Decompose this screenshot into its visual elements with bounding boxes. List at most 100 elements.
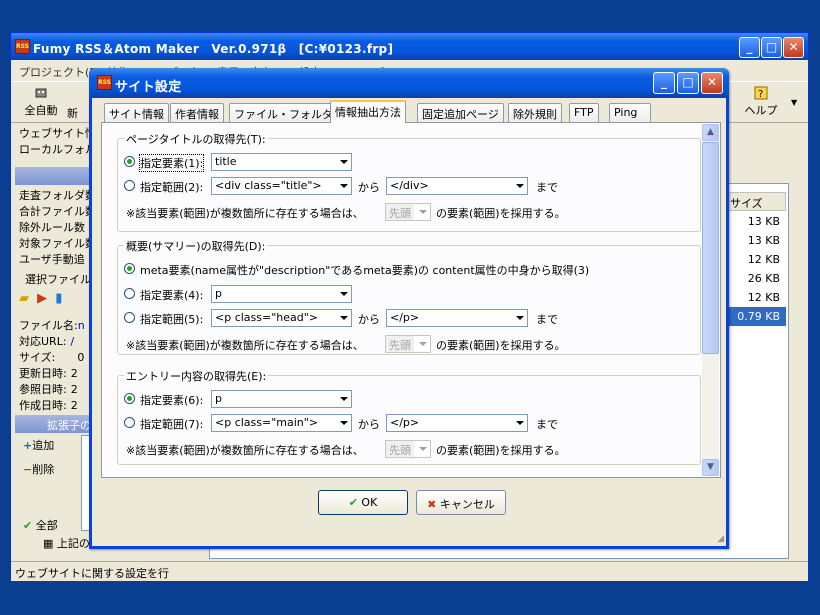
page-title-range-to-select[interactable]: </div> <box>386 177 528 195</box>
chevron-down-icon[interactable] <box>335 154 351 170</box>
entry-range-to-select[interactable]: </p> <box>386 414 528 432</box>
page-title-element-select[interactable]: title <box>211 153 352 171</box>
minimize-icon[interactable]: _ <box>653 72 675 94</box>
summary-element-label[interactable]: 指定要素(4): <box>140 287 203 303</box>
summary-range-from-select[interactable]: <p class="head"> <box>211 309 352 327</box>
page-title-element-label[interactable]: 指定要素(1): <box>138 154 205 172</box>
chevron-down-icon[interactable] <box>335 310 351 326</box>
stat-target-files: 対象ファイル数 <box>19 237 96 250</box>
summary-meta-radio[interactable] <box>124 263 135 274</box>
entry-priority-select[interactable]: 先頭 <box>385 440 431 458</box>
minimize-icon[interactable]: _ <box>739 37 760 58</box>
chevron-down-icon[interactable] <box>414 441 430 457</box>
maximize-icon[interactable]: □ <box>761 37 782 58</box>
summary-range-radio[interactable] <box>124 312 135 323</box>
stat-scan-folders: 走査フォルダ数 <box>19 189 96 202</box>
entry-element-radio[interactable] <box>124 393 135 404</box>
chevron-down-icon[interactable] <box>335 286 351 302</box>
file-size-label: サイズ: 0 <box>19 351 85 364</box>
add-icon: + <box>23 439 33 452</box>
summary-element-select[interactable]: p <box>211 285 352 303</box>
multiple-note-prefix: ※該当要素(範囲)が複数箇所に存在する場合は、 <box>126 207 364 220</box>
chevron-down-icon[interactable] <box>335 415 351 431</box>
help-button[interactable]: ? ヘルプ <box>735 86 787 122</box>
summary-element-radio[interactable] <box>124 288 135 299</box>
tab-ftp[interactable]: FTP <box>569 103 599 122</box>
entry-element-select[interactable]: p <box>211 390 352 408</box>
auto-all-button[interactable]: 全自動 <box>19 86 63 122</box>
entry-group-label: エントリー内容の取得先(E): <box>124 368 269 384</box>
tab-files-folders[interactable]: ファイル・フォルダ <box>229 103 338 122</box>
ok-button[interactable]: ✔ OK <box>318 490 408 515</box>
chevron-down-icon[interactable] <box>414 204 430 220</box>
rss-dialog-icon: RSS <box>97 75 112 90</box>
select-all-button[interactable]: ✔ 全部 <box>23 517 58 533</box>
tab-ping[interactable]: Ping <box>609 103 651 122</box>
main-titlebar[interactable]: RSS Fumy RSS＆Atom Maker Ver.0.971β [C:¥0… <box>11 33 808 60</box>
chevron-down-icon[interactable] <box>511 415 527 431</box>
scrollbar-thumb[interactable] <box>702 142 719 354</box>
export-icon[interactable]: ▶ <box>37 291 47 306</box>
status-bar: ウェブサイトに関する設定を行 <box>11 561 808 581</box>
from-label: から <box>358 418 380 431</box>
page-title-range-from-select[interactable]: <div class="title"> <box>211 177 352 195</box>
page-title-range-radio[interactable] <box>124 180 135 191</box>
summary-meta-label[interactable]: meta要素(name属性が"description"であるmeta要素)の c… <box>140 262 589 278</box>
check-icon: ✔ <box>348 496 358 509</box>
page-title-group-label: ページタイトルの取得先(T): <box>124 131 268 147</box>
from-label: から <box>358 313 380 326</box>
until-label: まで <box>536 418 558 431</box>
remove-icon: − <box>23 463 33 476</box>
tab-exclude-rules[interactable]: 除外規則 <box>508 103 562 122</box>
close-icon[interactable]: ✕ <box>701 72 723 94</box>
size-cell[interactable]: 13 KB <box>726 212 786 231</box>
tab-fixed-pages[interactable]: 固定追加ページ <box>417 103 504 122</box>
size-cell[interactable]: 26 KB <box>726 269 786 288</box>
size-cell[interactable]: 12 KB <box>726 288 786 307</box>
resize-grip-icon[interactable]: ◢ <box>717 534 724 544</box>
new-button[interactable]: 新 <box>65 86 85 122</box>
dialog-titlebar[interactable]: RSS サイト設定 _ □ ✕ <box>89 68 729 98</box>
entry-range-radio[interactable] <box>124 417 135 428</box>
file-action-icons[interactable]: ▰ ▶ ▮ <box>19 291 62 306</box>
summary-range-to-select[interactable]: </p> <box>386 309 528 327</box>
close-icon[interactable]: ✕ <box>783 37 804 58</box>
entry-range-label[interactable]: 指定範囲(7): <box>140 416 203 432</box>
multiple-note-suffix: の要素(範囲)を採用する。 <box>436 444 566 457</box>
tab-author-info[interactable]: 作者情報 <box>170 103 224 122</box>
maximize-icon[interactable]: □ <box>677 72 699 94</box>
dialog-title: サイト設定 <box>115 80 182 95</box>
clipboard-icon[interactable]: ▮ <box>55 291 62 306</box>
entry-range-from-select[interactable]: <p class="main"> <box>211 414 352 432</box>
folder-open-icon[interactable]: ▰ <box>19 291 29 306</box>
chevron-down-icon[interactable] <box>511 310 527 326</box>
page-title-element-radio[interactable] <box>124 156 135 167</box>
page-title-priority-select[interactable]: 先頭 <box>385 203 431 221</box>
add-extension-button[interactable]: +追加 <box>23 437 54 453</box>
page-title-range-label[interactable]: 指定範囲(2): <box>140 179 203 195</box>
multiple-note-suffix: の要素(範囲)を採用する。 <box>436 207 566 220</box>
size-cell-selected[interactable]: 0.79 KB <box>726 307 786 326</box>
robot-icon <box>35 88 47 98</box>
tab-site-info[interactable]: サイト情報 <box>104 103 169 122</box>
size-cell[interactable]: 12 KB <box>726 250 786 269</box>
summary-priority-select[interactable]: 先頭 <box>385 335 431 353</box>
size-column-header[interactable]: サイズ <box>726 192 786 211</box>
tab-extraction[interactable]: 情報抽出方法 <box>330 100 406 123</box>
chevron-down-icon[interactable] <box>335 391 351 407</box>
file-updated-label: 更新日時: 2 <box>19 367 78 380</box>
chevron-down-icon[interactable] <box>511 178 527 194</box>
entry-element-label[interactable]: 指定要素(6): <box>140 392 203 408</box>
remove-extension-button[interactable]: −削除 <box>23 461 54 477</box>
scroll-down-icon[interactable]: ▼ <box>702 459 719 476</box>
chevron-down-icon[interactable] <box>335 178 351 194</box>
chevron-down-icon[interactable] <box>414 336 430 352</box>
local-folder-label: ローカルフォル <box>19 143 96 156</box>
cancel-button[interactable]: ✖ キャンセル <box>416 490 506 515</box>
toolbar-dropdown-icon[interactable]: ▼ <box>791 98 797 107</box>
size-cell[interactable]: 13 KB <box>726 231 786 250</box>
scroll-up-icon[interactable]: ▲ <box>702 124 719 141</box>
stat-user-manual: ユーザ手動追 <box>19 253 85 266</box>
panel-scrollbar[interactable]: ▲ ▼ <box>702 124 719 476</box>
summary-range-label[interactable]: 指定範囲(5): <box>140 311 203 327</box>
